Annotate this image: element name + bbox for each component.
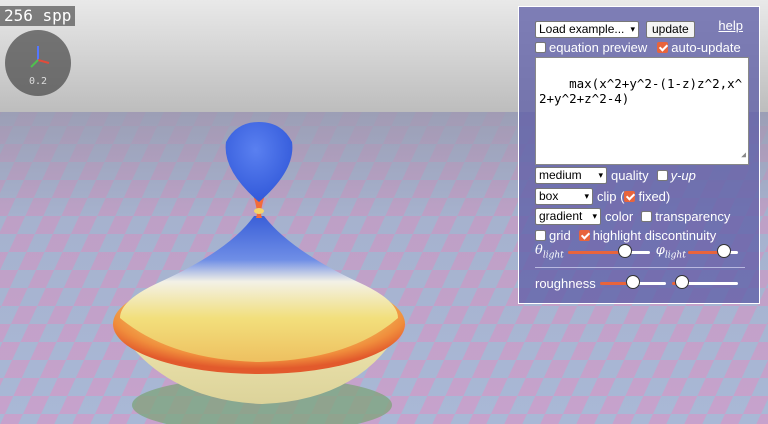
transparency-label: transparency [655,209,731,224]
secondary-slider[interactable] [671,275,738,291]
color-select[interactable]: gradient ▾ [535,208,601,225]
help-link[interactable]: help [718,18,743,33]
auto-update-label: auto-update [671,40,741,55]
axes-orientation-widget[interactable]: 0.2 [5,30,71,96]
theta-light-label: θlight [535,243,564,261]
fixed-checkbox[interactable] [624,191,636,202]
load-example-value: Load example... [539,22,625,36]
quality-value: medium [539,168,582,182]
slider-thumb[interactable] [617,243,632,258]
fixed-label: fixed) [638,189,671,204]
equation-preview-checkbox[interactable] [535,42,546,53]
resize-grip-icon[interactable]: ◢ [741,147,746,162]
quality-label: quality [611,168,649,183]
grid-label: grid [549,228,571,243]
clip-label: clip ( [597,189,625,204]
highlight-discontinuity-checkbox[interactable] [578,230,590,241]
control-panel: Load example... ▾ update help equation p… [518,6,760,304]
phi-light-slider[interactable] [687,243,738,260]
load-example-select[interactable]: Load example... ▾ [535,21,639,38]
divider [535,267,745,268]
slider-thumb[interactable] [716,243,731,258]
y-up-label: y-up [670,168,696,183]
equation-text: max(x^2+y^2-(1-z)z^2,x^2+y^2+z^2-4) [539,76,743,106]
equation-input[interactable]: max(x^2+y^2-(1-z)z^2,x^2+y^2+z^2-4) ◢ [535,57,749,165]
auto-update-checkbox[interactable] [657,42,669,53]
update-button[interactable]: update [646,21,695,38]
color-value: gradient [539,209,583,223]
samples-per-pixel-label: 256 spp [0,6,76,26]
theta-light-slider[interactable] [567,243,650,260]
roughness-slider[interactable] [599,275,666,291]
transparency-checkbox[interactable] [641,211,653,222]
slider-thumb[interactable] [625,275,640,289]
chevron-down-icon: ▾ [584,191,589,201]
clip-value: box [539,189,559,203]
grid-checkbox[interactable] [535,230,546,241]
chevron-down-icon: ▾ [592,211,597,221]
axes-scale-label: 0.2 [28,76,48,87]
chevron-down-icon: ▾ [598,170,603,180]
slider-thumb[interactable] [674,275,689,289]
phi-light-label: φlight [655,243,686,261]
clip-select[interactable]: box ▾ [535,188,593,205]
chevron-down-icon: ▾ [630,24,635,34]
y-up-checkbox[interactable] [656,170,668,181]
roughness-label: roughness [535,275,596,291]
equation-preview-label: equation preview [549,40,648,55]
highlight-discontinuity-label: highlight discontinuity [592,228,717,243]
color-label: color [605,209,634,224]
quality-select[interactable]: medium ▾ [535,167,607,184]
